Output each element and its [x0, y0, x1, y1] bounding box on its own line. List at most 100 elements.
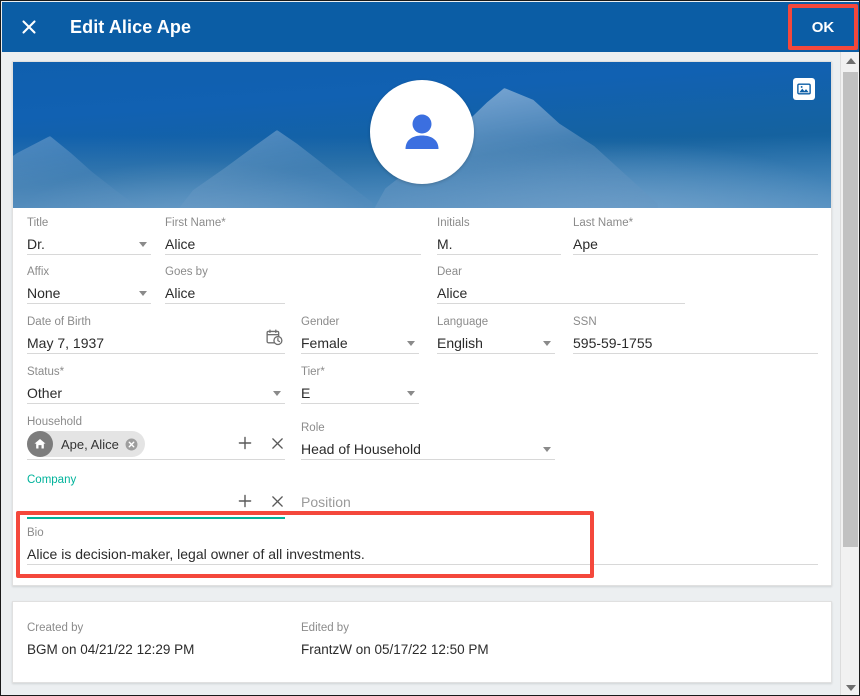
field-value-dear: Alice: [437, 285, 468, 301]
field-value-initials: M.: [437, 236, 453, 252]
field-control-ssn[interactable]: 595-59-1755: [573, 329, 818, 354]
field-value-affix: None: [27, 285, 61, 301]
created-by-block: Created by BGM on 04/21/22 12:29 PM: [27, 621, 194, 660]
field-value-tier: E: [301, 385, 311, 401]
vertical-scrollbar[interactable]: [840, 52, 859, 695]
household-chip[interactable]: Ape, Alice: [27, 431, 145, 457]
chevron-down-icon[interactable]: [407, 391, 415, 396]
audit-info-card: Created by BGM on 04/21/22 12:29 PM Edit…: [12, 601, 832, 683]
chevron-down-icon[interactable]: [543, 447, 551, 452]
field-control-bio[interactable]: Alice is decision-maker, legal owner of …: [27, 540, 818, 565]
page-title: Edit Alice Ape: [70, 16, 192, 37]
close-x-icon[interactable]: [269, 493, 285, 509]
field-control-position[interactable]: Position: [301, 488, 555, 513]
field-label-gender: Gender: [301, 316, 340, 328]
scrollbar-thumb[interactable]: [843, 72, 858, 547]
field-label-date-of-birth: Date of Birth: [27, 316, 91, 328]
field-control-affix[interactable]: None: [27, 279, 151, 304]
field-control-gender[interactable]: Female: [301, 329, 419, 354]
image-picker-icon[interactable]: [793, 78, 815, 100]
edited-by-block: Edited by FrantzW on 05/17/22 12:50 PM: [301, 621, 489, 660]
field-value-first-name: Alice: [165, 236, 196, 252]
field-control-language[interactable]: English: [437, 329, 555, 354]
contact-form: Title Dr. First Name* Alice Initials M. …: [13, 208, 831, 585]
field-label-language: Language: [437, 316, 489, 328]
chevron-down-icon[interactable]: [139, 291, 147, 296]
field-control-goes-by[interactable]: Alice: [165, 279, 285, 304]
ok-button[interactable]: OK: [792, 7, 854, 47]
field-value-goes-by: Alice: [165, 285, 196, 301]
scroll-down-arrow-icon[interactable]: [841, 679, 859, 695]
field-control-initials[interactable]: M.: [437, 230, 561, 255]
chevron-down-icon[interactable]: [407, 341, 415, 346]
field-tier[interactable]: Tier* E: [301, 365, 419, 404]
field-control-title[interactable]: Dr.: [27, 230, 151, 255]
field-label-dear: Dear: [437, 266, 462, 278]
chevron-down-icon[interactable]: [273, 391, 281, 396]
field-control-dear[interactable]: Alice: [437, 279, 685, 304]
field-label-first-name: First Name*: [165, 217, 226, 229]
field-first-name[interactable]: First Name* Alice: [165, 216, 421, 255]
field-control-status[interactable]: Other: [27, 379, 285, 404]
field-value-language: English: [437, 335, 483, 351]
plus-icon[interactable]: [237, 493, 253, 509]
avatar[interactable]: [370, 80, 474, 184]
field-label-tier: Tier*: [301, 366, 325, 378]
field-last-name[interactable]: Last Name* Ape: [573, 216, 818, 255]
field-goes-by[interactable]: Goes by Alice: [165, 265, 285, 304]
field-control-last-name[interactable]: Ape: [573, 230, 818, 255]
field-gender[interactable]: Gender Female: [301, 315, 419, 354]
field-value-date-of-birth: May 7, 1937: [27, 335, 105, 351]
created-by-value: BGM on 04/21/22 12:29 PM: [27, 642, 195, 657]
field-position[interactable]: Position: [301, 488, 555, 513]
field-label-last-name: Last Name*: [573, 217, 634, 229]
field-value-status: Other: [27, 385, 63, 401]
contact-form-card: Title Dr. First Name* Alice Initials M. …: [12, 61, 832, 586]
field-control-company[interactable]: [27, 487, 285, 519]
scroll-up-arrow-icon[interactable]: [841, 52, 859, 69]
field-language[interactable]: Language English: [437, 315, 555, 354]
field-label-initials: Initials: [437, 217, 470, 229]
field-control-date-of-birth[interactable]: May 7, 1937: [27, 329, 285, 354]
chevron-down-icon[interactable]: [543, 341, 551, 346]
chip-remove-icon[interactable]: [125, 438, 138, 451]
scroll-pane: Title Dr. First Name* Alice Initials M. …: [2, 52, 840, 695]
field-label-goes-by: Goes by: [165, 266, 208, 278]
field-control-role[interactable]: Head of Household: [301, 435, 555, 460]
chevron-down-icon[interactable]: [139, 242, 147, 247]
household-actions: [237, 435, 285, 453]
plus-icon[interactable]: [237, 435, 253, 451]
field-label-status: Status*: [27, 366, 65, 378]
field-date-of-birth[interactable]: Date of Birth May 7, 1937: [27, 315, 285, 354]
field-role[interactable]: Role Head of Household: [301, 421, 555, 460]
calendar-clock-icon[interactable]: [266, 329, 283, 351]
edit-contact-dialog: Edit Alice Ape OK Title Dr. First Name* …: [0, 0, 860, 696]
field-status[interactable]: Status* Other: [27, 365, 285, 404]
field-control-first-name[interactable]: Alice: [165, 230, 421, 255]
field-label-household: Household: [27, 416, 82, 428]
field-dear[interactable]: Dear Alice: [437, 265, 685, 304]
field-label-title: Title: [27, 217, 49, 229]
dialog-body: Title Dr. First Name* Alice Initials M. …: [2, 52, 859, 695]
field-ssn[interactable]: SSN 595-59-1755: [573, 315, 818, 354]
edited-by-value: FrantzW on 05/17/22 12:50 PM: [301, 642, 489, 657]
field-initials[interactable]: Initials M.: [437, 216, 561, 255]
field-label-role: Role: [301, 422, 325, 434]
company-actions: [237, 493, 285, 511]
field-control-household[interactable]: Ape, Alice: [27, 429, 285, 460]
created-by-label: Created by: [27, 622, 84, 634]
field-label-affix: Affix: [27, 266, 50, 278]
field-title[interactable]: Title Dr.: [27, 216, 151, 255]
field-value-title: Dr.: [27, 236, 45, 252]
field-household[interactable]: Household Ape, Alice: [27, 415, 285, 460]
close-icon[interactable]: [2, 2, 56, 52]
field-label-company: Company: [27, 474, 77, 486]
field-company[interactable]: Company: [27, 473, 285, 519]
house-icon: [27, 431, 53, 457]
field-value-last-name: Ape: [573, 236, 598, 252]
field-control-tier[interactable]: E: [301, 379, 419, 404]
close-x-icon[interactable]: [269, 435, 285, 451]
field-label-bio: Bio: [27, 527, 44, 539]
field-affix[interactable]: Affix None: [27, 265, 151, 304]
field-bio[interactable]: Bio Alice is decision-maker, legal owner…: [27, 526, 818, 565]
